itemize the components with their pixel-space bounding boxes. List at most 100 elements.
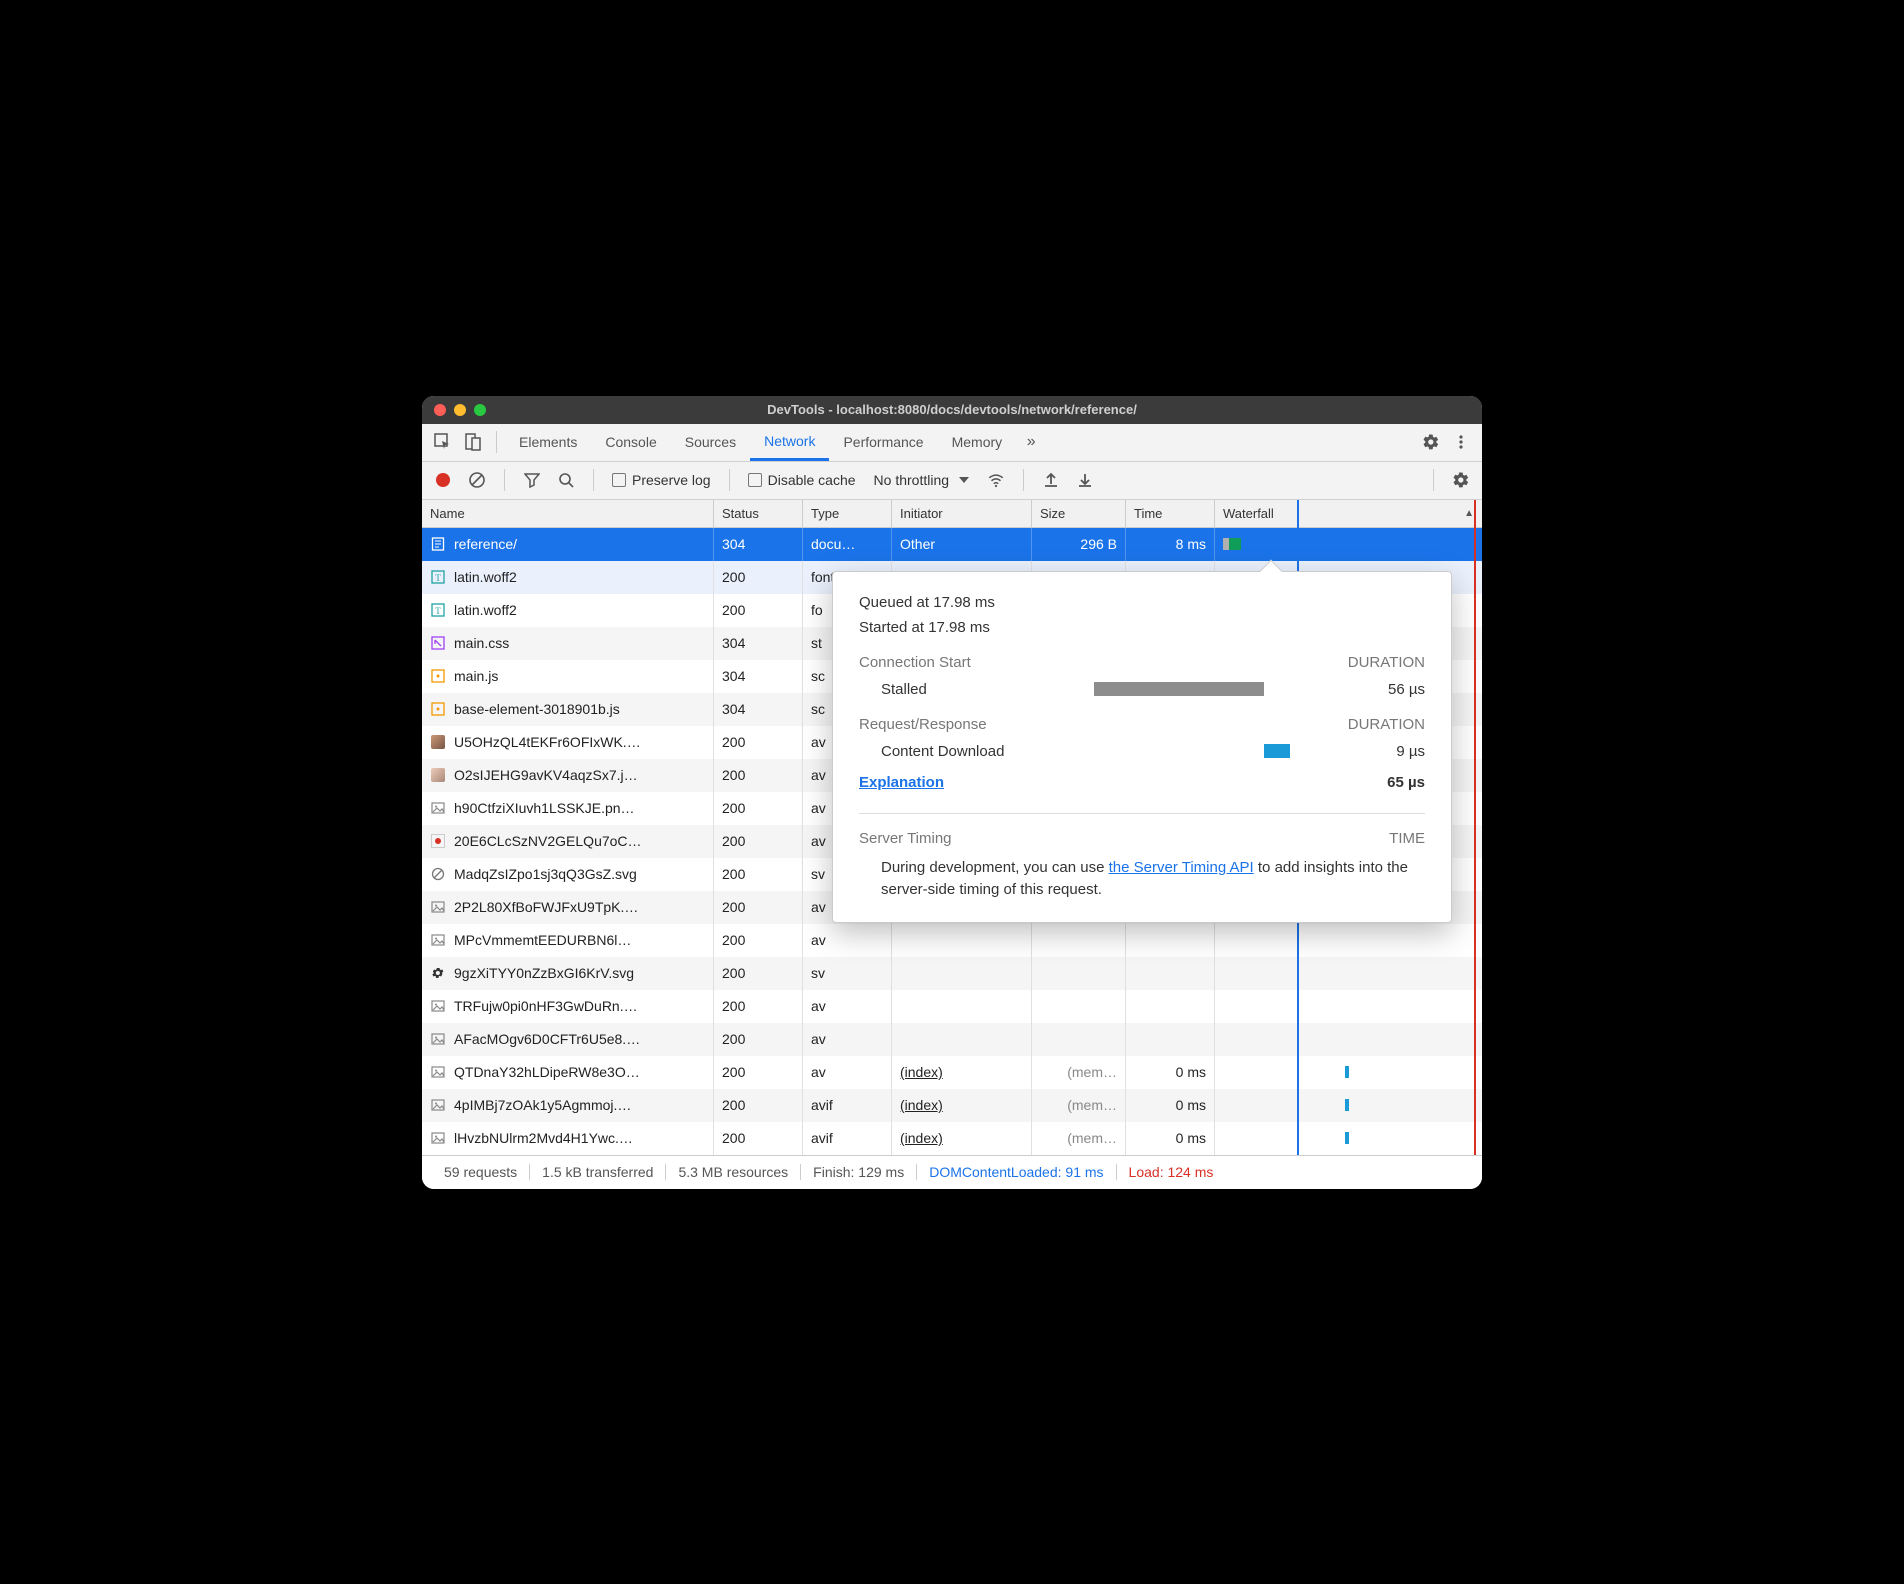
gear-icon (430, 965, 446, 981)
cell-initiator: (index) (892, 1056, 1032, 1089)
cell-type: avif (803, 1122, 892, 1155)
cell-initiator (892, 1023, 1032, 1056)
initiator-link[interactable]: (index) (900, 1130, 943, 1146)
col-waterfall[interactable]: Waterfall▲ (1215, 500, 1482, 527)
col-initiator[interactable]: Initiator (892, 500, 1032, 527)
server-timing-api-link[interactable]: the Server Timing API (1109, 859, 1254, 876)
img-icon (430, 1130, 446, 1146)
time-heading: TIME (1389, 830, 1425, 847)
network-conditions-icon[interactable] (981, 465, 1011, 495)
filter-icon[interactable] (517, 465, 547, 495)
search-icon[interactable] (551, 465, 581, 495)
request-name: 20E6CLcSzNV2GELQu7oC… (454, 833, 642, 849)
col-type[interactable]: Type (803, 500, 892, 527)
table-row[interactable]: lHvzbNUlrm2Mvd4H1Ywc.…200avif(index)(mem… (422, 1122, 1482, 1155)
cell-status: 200 (714, 1056, 803, 1089)
tab-console[interactable]: Console (591, 424, 670, 461)
kebab-menu-icon[interactable] (1446, 427, 1476, 457)
cell-type: av (803, 990, 892, 1023)
cell-time (1126, 924, 1215, 957)
content-download-value: 9 µs (1345, 743, 1425, 760)
table-row[interactable]: AFacMOgv6D0CFTr6U5e8.…200av (422, 1023, 1482, 1056)
js-icon (430, 668, 446, 684)
waterfall-bar (1345, 1099, 1349, 1111)
initiator-link[interactable]: (index) (900, 1064, 943, 1080)
cell-status: 200 (714, 924, 803, 957)
avatar2-icon (430, 767, 446, 783)
more-tabs-button[interactable]: » (1016, 427, 1046, 457)
cell-waterfall (1215, 990, 1482, 1023)
preserve-log-label: Preserve log (632, 472, 711, 488)
request-response-heading: Request/Response (859, 716, 987, 733)
status-transferred: 1.5 kB transferred (530, 1164, 666, 1180)
avatar1-icon (430, 734, 446, 750)
cell-time (1126, 990, 1215, 1023)
network-settings-gear-icon[interactable] (1446, 465, 1476, 495)
explanation-link[interactable]: Explanation (859, 774, 944, 791)
cell-size: (mem… (1032, 1056, 1126, 1089)
throttling-value: No throttling (874, 472, 949, 488)
img-icon (430, 1031, 446, 1047)
tab-network[interactable]: Network (750, 424, 829, 461)
js-icon (430, 701, 446, 717)
disable-cache-checkbox[interactable]: Disable cache (742, 472, 862, 488)
cell-time: 8 ms (1126, 528, 1215, 561)
table-row[interactable]: 4pIMBj7zOAk1y5Agmmoj.…200avif(index)(mem… (422, 1089, 1482, 1122)
cell-status: 304 (714, 627, 803, 660)
request-name: latin.woff2 (454, 569, 517, 585)
record-button[interactable] (428, 465, 458, 495)
settings-gear-icon[interactable] (1416, 427, 1446, 457)
titlebar: DevTools - localhost:8080/docs/devtools/… (422, 396, 1482, 424)
inspect-element-icon[interactable] (428, 427, 458, 457)
col-size[interactable]: Size (1032, 500, 1126, 527)
cell-status: 200 (714, 858, 803, 891)
cell-status: 200 (714, 726, 803, 759)
table-row[interactable]: TRFujw0pi0nHF3GwDuRn.…200av (422, 990, 1482, 1023)
tab-performance[interactable]: Performance (829, 424, 937, 461)
img-icon (430, 899, 446, 915)
cell-initiator (892, 924, 1032, 957)
status-bar: 59 requests 1.5 kB transferred 5.3 MB re… (422, 1155, 1482, 1189)
cell-status: 200 (714, 891, 803, 924)
col-name[interactable]: Name (422, 500, 714, 527)
chevron-down-icon (959, 477, 969, 483)
col-status[interactable]: Status (714, 500, 803, 527)
table-row[interactable]: 9gzXiTYY0nZzBxGI6KrV.svg200sv (422, 957, 1482, 990)
col-time[interactable]: Time (1126, 500, 1215, 527)
initiator-link[interactable]: (index) (900, 1097, 943, 1113)
table-row[interactable]: QTDnaY32hLDipeRW8e3O…200av(index)(mem…0 … (422, 1056, 1482, 1089)
request-name: 9gzXiTYY0nZzBxGI6KrV.svg (454, 965, 634, 981)
device-toolbar-icon[interactable] (458, 427, 488, 457)
tab-memory[interactable]: Memory (938, 424, 1017, 461)
request-name: O2sIJEHG9avKV4aqzSx7.j… (454, 767, 638, 783)
cell-status: 200 (714, 561, 803, 594)
request-name: 2P2L80XfBoFWJFxU9TpK.… (454, 899, 638, 915)
img-icon (430, 800, 446, 816)
request-name: U5OHzQL4tEKFr6OFIxWK.… (454, 734, 641, 750)
table-row[interactable]: MPcVmmemtEEDURBN6l…200av (422, 924, 1482, 957)
status-requests: 59 requests (432, 1164, 530, 1180)
cell-status: 200 (714, 990, 803, 1023)
preserve-log-checkbox[interactable]: Preserve log (606, 472, 717, 488)
cell-status: 304 (714, 693, 803, 726)
cell-status: 200 (714, 825, 803, 858)
cell-type: av (803, 1023, 892, 1056)
img-icon (430, 1064, 446, 1080)
table-row[interactable]: reference/304docu…Other296 B8 ms (422, 528, 1482, 561)
tab-elements[interactable]: Elements (505, 424, 591, 461)
import-har-icon[interactable] (1036, 465, 1066, 495)
status-load: Load: 124 ms (1117, 1164, 1226, 1180)
disable-cache-label: Disable cache (768, 472, 856, 488)
network-toolbar: Preserve log Disable cache No throttling (422, 462, 1482, 500)
cell-status: 200 (714, 759, 803, 792)
cell-waterfall (1215, 1023, 1482, 1056)
cell-type: av (803, 924, 892, 957)
throttling-select[interactable]: No throttling (866, 472, 977, 488)
export-har-icon[interactable] (1070, 465, 1100, 495)
timing-popover: Queued at 17.98 ms Started at 17.98 ms C… (832, 571, 1452, 923)
clear-icon[interactable] (462, 465, 492, 495)
tab-sources[interactable]: Sources (671, 424, 750, 461)
load-event-marker (1474, 500, 1476, 1155)
cell-initiator (892, 957, 1032, 990)
request-name: base-element-3018901b.js (454, 701, 620, 717)
